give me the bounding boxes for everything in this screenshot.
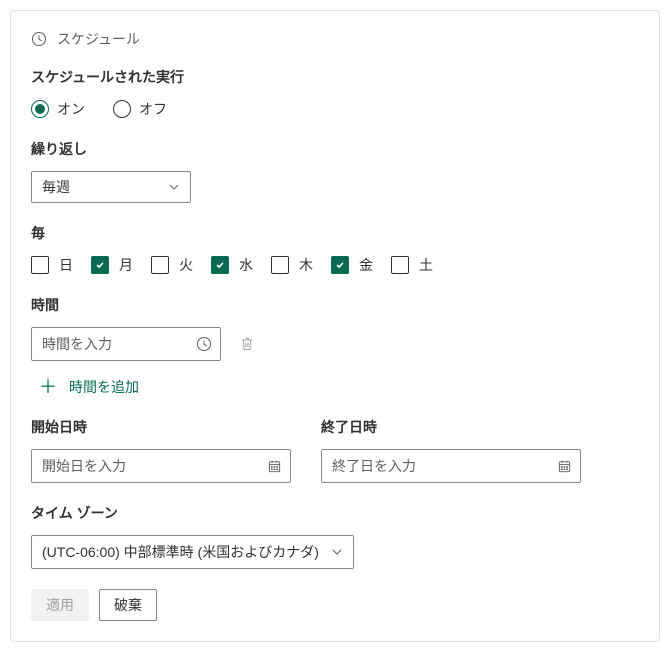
- days-row: 日月火水木金土: [31, 255, 639, 275]
- day-checkbox-0[interactable]: 日: [31, 255, 73, 275]
- scheduled-run-radio-group: オン オフ: [31, 99, 639, 119]
- plus-icon: ＋: [39, 378, 57, 396]
- date-row: 開始日時 開始日を入力 終了日時 終了日を入力: [31, 417, 639, 483]
- day-label: 木: [299, 255, 313, 275]
- day-checkbox-6[interactable]: 土: [391, 255, 433, 275]
- apply-button: 適用: [31, 589, 89, 621]
- recurrence-title: 繰り返し: [31, 139, 639, 159]
- end-date-title: 終了日時: [321, 417, 581, 437]
- checkbox-icon: [151, 256, 169, 274]
- checkbox-icon: [211, 256, 229, 274]
- radio-off-label: オフ: [139, 99, 167, 119]
- end-date-placeholder: 終了日を入力: [332, 456, 416, 476]
- end-date-input[interactable]: 終了日を入力: [321, 449, 581, 483]
- checkbox-icon: [271, 256, 289, 274]
- radio-off-circle: [113, 100, 131, 118]
- start-date-input[interactable]: 開始日を入力: [31, 449, 291, 483]
- time-title: 時間: [31, 295, 639, 315]
- day-checkbox-2[interactable]: 火: [151, 255, 193, 275]
- day-label: 金: [359, 255, 373, 275]
- radio-off[interactable]: オフ: [113, 99, 167, 119]
- day-label: 土: [419, 255, 433, 275]
- schedule-card: スケジュール スケジュールされた実行 オン オフ 繰り返し 毎週 毎 日 月 火 水 木…: [10, 10, 660, 642]
- time-placeholder: 時間を入力: [42, 334, 112, 354]
- end-date-section: 終了日時 終了日を入力: [321, 417, 581, 483]
- time-section: 時間 時間を入力 ＋ 時間を追加: [31, 295, 639, 397]
- day-checkbox-5[interactable]: 金: [331, 255, 373, 275]
- discard-button[interactable]: 破棄: [99, 589, 157, 621]
- checkbox-icon: [331, 256, 349, 274]
- footer: 適用 破棄: [31, 589, 639, 621]
- checkbox-icon: [31, 256, 49, 274]
- time-input[interactable]: 時間を入力: [31, 327, 221, 361]
- timezone-section: タイム ゾーン (UTC-06:00) 中部標準時 (米国およびカナダ): [31, 503, 639, 569]
- every-section: 毎 日 月 火 水 木 金 土: [31, 223, 639, 275]
- discard-label: 破棄: [114, 595, 142, 615]
- checkbox-icon: [91, 256, 109, 274]
- every-title: 毎: [31, 223, 639, 243]
- day-checkbox-3[interactable]: 水: [211, 255, 253, 275]
- checkbox-icon: [391, 256, 409, 274]
- day-label: 水: [239, 255, 253, 275]
- radio-on-label: オン: [57, 99, 85, 119]
- day-label: 火: [179, 255, 193, 275]
- start-date-section: 開始日時 開始日を入力: [31, 417, 291, 483]
- add-time-button[interactable]: ＋ 時間を追加: [39, 377, 639, 397]
- scheduled-run-title: スケジュールされた実行: [31, 67, 639, 87]
- radio-on-circle: [31, 100, 49, 118]
- chevron-down-icon: [331, 546, 343, 558]
- day-checkbox-4[interactable]: 木: [271, 255, 313, 275]
- clock-icon[interactable]: [196, 336, 212, 352]
- card-title: スケジュール: [57, 29, 140, 49]
- delete-icon[interactable]: [239, 336, 255, 352]
- card-header: スケジュール: [31, 29, 639, 49]
- clock-icon: [31, 31, 47, 47]
- radio-on[interactable]: オン: [31, 99, 85, 119]
- timezone-title: タイム ゾーン: [31, 503, 639, 523]
- chevron-down-icon: [168, 181, 180, 193]
- timezone-select[interactable]: (UTC-06:00) 中部標準時 (米国およびカナダ): [31, 535, 354, 569]
- time-row: 時間を入力: [31, 327, 639, 361]
- start-date-placeholder: 開始日を入力: [42, 456, 126, 476]
- calendar-icon[interactable]: [267, 459, 282, 474]
- scheduled-run-section: スケジュールされた実行 オン オフ: [31, 67, 639, 119]
- timezone-value: (UTC-06:00) 中部標準時 (米国およびカナダ): [42, 542, 319, 562]
- calendar-icon[interactable]: [557, 459, 572, 474]
- recurrence-value: 毎週: [42, 177, 70, 197]
- day-label: 日: [59, 255, 73, 275]
- apply-label: 適用: [46, 595, 74, 615]
- recurrence-section: 繰り返し 毎週: [31, 139, 639, 203]
- recurrence-select[interactable]: 毎週: [31, 171, 191, 203]
- day-checkbox-1[interactable]: 月: [91, 255, 133, 275]
- add-time-label: 時間を追加: [69, 377, 139, 397]
- start-date-title: 開始日時: [31, 417, 291, 437]
- day-label: 月: [119, 255, 133, 275]
